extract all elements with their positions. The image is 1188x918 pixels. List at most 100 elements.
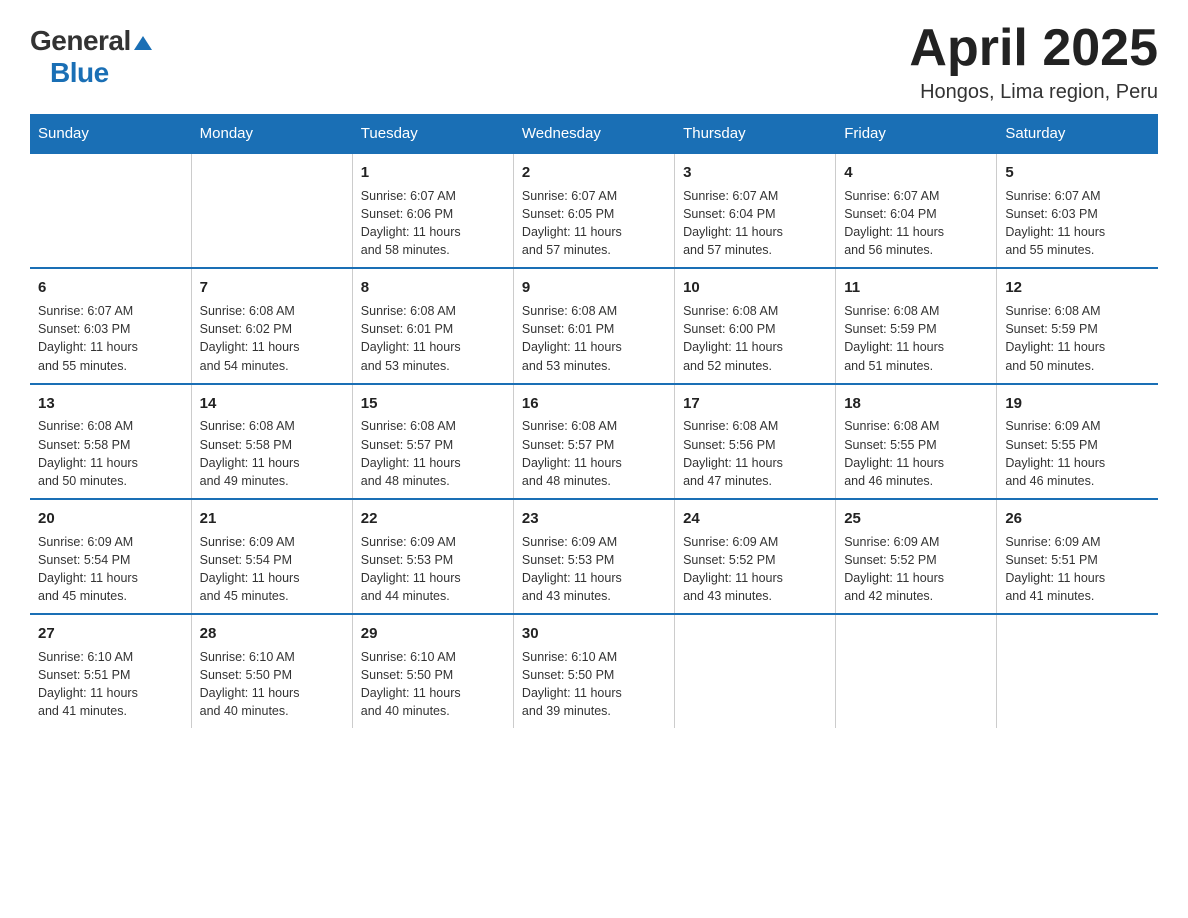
calendar-day-13: 13Sunrise: 6:08 AMSunset: 5:58 PMDayligh…	[30, 384, 191, 499]
calendar-week-row: 27 Sunrise: 6:10 AMSunset: 5:51 PMDayligh…	[30, 614, 1158, 728]
day-info: Sunrise: 6:08 AMSunset: 5:56 PMDaylight:…	[683, 417, 827, 490]
day-number: 18	[844, 393, 988, 415]
logo-blue-text: Blue	[30, 57, 109, 89]
day-info: Sunrise: 6:09 AMSunset: 5:55 PMDaylight:…	[1005, 417, 1150, 490]
day-number: 4	[844, 162, 988, 184]
day-info: Sunrise: 6:10 AMSunset: 5:51 PMDaylight:…	[38, 648, 183, 721]
day-number: 11	[844, 277, 988, 299]
calendar-day-14: 14Sunrise: 6:08 AMSunset: 5:58 PMDayligh…	[191, 384, 352, 499]
day-number: 20	[38, 508, 183, 530]
calendar-day-29: 29Sunrise: 6:10 AMSunset: 5:50 PMDayligh…	[352, 614, 513, 728]
calendar-day-7: 7 Sunrise: 6:08 AMSunset: 6:02 PMDaylight…	[191, 268, 352, 383]
day-info: Sunrise: 6:08 AMSunset: 5:57 PMDaylight:…	[522, 417, 666, 490]
logo-triangle-icon	[134, 36, 152, 55]
calendar-empty-cell	[997, 614, 1158, 728]
day-number: 3	[683, 162, 827, 184]
day-info: Sunrise: 6:08 AMSunset: 6:02 PMDaylight:…	[200, 302, 344, 375]
day-info: Sunrise: 6:09 AMSunset: 5:51 PMDaylight:…	[1005, 533, 1150, 606]
calendar-day-11: 11 Sunrise: 6:08 AMSunset: 5:59 PMDayligh…	[836, 268, 997, 383]
day-info: Sunrise: 6:08 AMSunset: 5:58 PMDaylight:…	[200, 417, 344, 490]
calendar-day-16: 16Sunrise: 6:08 AMSunset: 5:57 PMDayligh…	[513, 384, 674, 499]
day-info: Sunrise: 6:08 AMSunset: 5:58 PMDaylight:…	[38, 417, 183, 490]
day-number: 1	[361, 162, 505, 184]
calendar-day-5: 5Sunrise: 6:07 AMSunset: 6:03 PMDaylight…	[997, 153, 1158, 268]
calendar-day-19: 19Sunrise: 6:09 AMSunset: 5:55 PMDayligh…	[997, 384, 1158, 499]
calendar-day-1: 1Sunrise: 6:07 AMSunset: 6:06 PMDaylight…	[352, 153, 513, 268]
calendar-day-26: 26 Sunrise: 6:09 AMSunset: 5:51 PMDayligh…	[997, 499, 1158, 614]
day-info: Sunrise: 6:08 AMSunset: 5:59 PMDaylight:…	[1005, 302, 1150, 375]
day-number: 26	[1005, 508, 1150, 530]
day-info: Sunrise: 6:09 AMSunset: 5:53 PMDaylight:…	[522, 533, 666, 606]
day-number: 22	[361, 508, 505, 530]
calendar-day-9: 9Sunrise: 6:08 AMSunset: 6:01 PMDaylight…	[513, 268, 674, 383]
page-subtitle: Hongos, Lima region, Peru	[909, 81, 1158, 104]
calendar-empty-cell	[191, 153, 352, 268]
page-title: April 2025	[909, 20, 1158, 77]
calendar-header-monday: Monday	[191, 115, 352, 154]
calendar-header-saturday: Saturday	[997, 115, 1158, 154]
calendar-day-6: 6Sunrise: 6:07 AMSunset: 6:03 PMDaylight…	[30, 268, 191, 383]
day-number: 14	[200, 393, 344, 415]
day-info: Sunrise: 6:07 AMSunset: 6:04 PMDaylight:…	[683, 187, 827, 260]
calendar-day-30: 30Sunrise: 6:10 AMSunset: 5:50 PMDayligh…	[513, 614, 674, 728]
calendar-table: SundayMondayTuesdayWednesdayThursdayFrid…	[30, 114, 1158, 728]
calendar-day-24: 24Sunrise: 6:09 AMSunset: 5:52 PMDayligh…	[675, 499, 836, 614]
day-number: 2	[522, 162, 666, 184]
day-number: 8	[361, 277, 505, 299]
day-number: 30	[522, 623, 666, 645]
calendar-day-12: 12 Sunrise: 6:08 AMSunset: 5:59 PMDayligh…	[997, 268, 1158, 383]
calendar-header-sunday: Sunday	[30, 115, 191, 154]
calendar-empty-cell	[30, 153, 191, 268]
day-number: 13	[38, 393, 183, 415]
day-info: Sunrise: 6:08 AMSunset: 6:00 PMDaylight:…	[683, 302, 827, 375]
calendar-day-21: 21 Sunrise: 6:09 AMSunset: 5:54 PMDayligh…	[191, 499, 352, 614]
day-info: Sunrise: 6:07 AMSunset: 6:04 PMDaylight:…	[844, 187, 988, 260]
day-number: 21	[200, 508, 344, 530]
day-number: 16	[522, 393, 666, 415]
day-info: Sunrise: 6:08 AMSunset: 5:59 PMDaylight:…	[844, 302, 988, 375]
calendar-week-row: 20 Sunrise: 6:09 AMSunset: 5:54 PMDayligh…	[30, 499, 1158, 614]
day-number: 15	[361, 393, 505, 415]
calendar-day-25: 25Sunrise: 6:09 AMSunset: 5:52 PMDayligh…	[836, 499, 997, 614]
logo: General Blue	[30, 20, 152, 89]
calendar-header: SundayMondayTuesdayWednesdayThursdayFrid…	[30, 115, 1158, 154]
day-number: 27	[38, 623, 183, 645]
calendar-day-10: 10 Sunrise: 6:08 AMSunset: 6:00 PMDayligh…	[675, 268, 836, 383]
calendar-week-row: 13Sunrise: 6:08 AMSunset: 5:58 PMDayligh…	[30, 384, 1158, 499]
calendar-day-2: 2 Sunrise: 6:07 AMSunset: 6:05 PMDaylight…	[513, 153, 674, 268]
day-info: Sunrise: 6:09 AMSunset: 5:54 PMDaylight:…	[38, 533, 183, 606]
calendar-day-4: 4 Sunrise: 6:07 AMSunset: 6:04 PMDaylight…	[836, 153, 997, 268]
calendar-day-17: 17Sunrise: 6:08 AMSunset: 5:56 PMDayligh…	[675, 384, 836, 499]
day-number: 25	[844, 508, 988, 530]
calendar-day-18: 18Sunrise: 6:08 AMSunset: 5:55 PMDayligh…	[836, 384, 997, 499]
calendar-day-20: 20 Sunrise: 6:09 AMSunset: 5:54 PMDayligh…	[30, 499, 191, 614]
day-info: Sunrise: 6:07 AMSunset: 6:03 PMDaylight:…	[38, 302, 183, 375]
day-number: 7	[200, 277, 344, 299]
calendar-day-22: 22 Sunrise: 6:09 AMSunset: 5:53 PMDayligh…	[352, 499, 513, 614]
calendar-empty-cell	[836, 614, 997, 728]
day-number: 29	[361, 623, 505, 645]
calendar-day-23: 23Sunrise: 6:09 AMSunset: 5:53 PMDayligh…	[513, 499, 674, 614]
calendar-week-row: 6Sunrise: 6:07 AMSunset: 6:03 PMDaylight…	[30, 268, 1158, 383]
day-number: 19	[1005, 393, 1150, 415]
calendar-week-row: 1Sunrise: 6:07 AMSunset: 6:06 PMDaylight…	[30, 153, 1158, 268]
title-area: April 2025 Hongos, Lima region, Peru	[909, 20, 1158, 104]
day-info: Sunrise: 6:08 AMSunset: 6:01 PMDaylight:…	[522, 302, 666, 375]
calendar-day-15: 15Sunrise: 6:08 AMSunset: 5:57 PMDayligh…	[352, 384, 513, 499]
page-header: General Blue April 2025 Hongos, Lima reg…	[30, 20, 1158, 104]
day-number: 12	[1005, 277, 1150, 299]
day-info: Sunrise: 6:08 AMSunset: 6:01 PMDaylight:…	[361, 302, 505, 375]
day-number: 10	[683, 277, 827, 299]
day-number: 17	[683, 393, 827, 415]
calendar-header-wednesday: Wednesday	[513, 115, 674, 154]
day-info: Sunrise: 6:09 AMSunset: 5:52 PMDaylight:…	[683, 533, 827, 606]
day-info: Sunrise: 6:10 AMSunset: 5:50 PMDaylight:…	[200, 648, 344, 721]
day-number: 5	[1005, 162, 1150, 184]
day-info: Sunrise: 6:09 AMSunset: 5:54 PMDaylight:…	[200, 533, 344, 606]
calendar-header-tuesday: Tuesday	[352, 115, 513, 154]
day-info: Sunrise: 6:07 AMSunset: 6:05 PMDaylight:…	[522, 187, 666, 260]
calendar-day-27: 27 Sunrise: 6:10 AMSunset: 5:51 PMDayligh…	[30, 614, 191, 728]
logo-general-text: General	[30, 25, 131, 57]
day-info: Sunrise: 6:09 AMSunset: 5:53 PMDaylight:…	[361, 533, 505, 606]
calendar-day-28: 28Sunrise: 6:10 AMSunset: 5:50 PMDayligh…	[191, 614, 352, 728]
